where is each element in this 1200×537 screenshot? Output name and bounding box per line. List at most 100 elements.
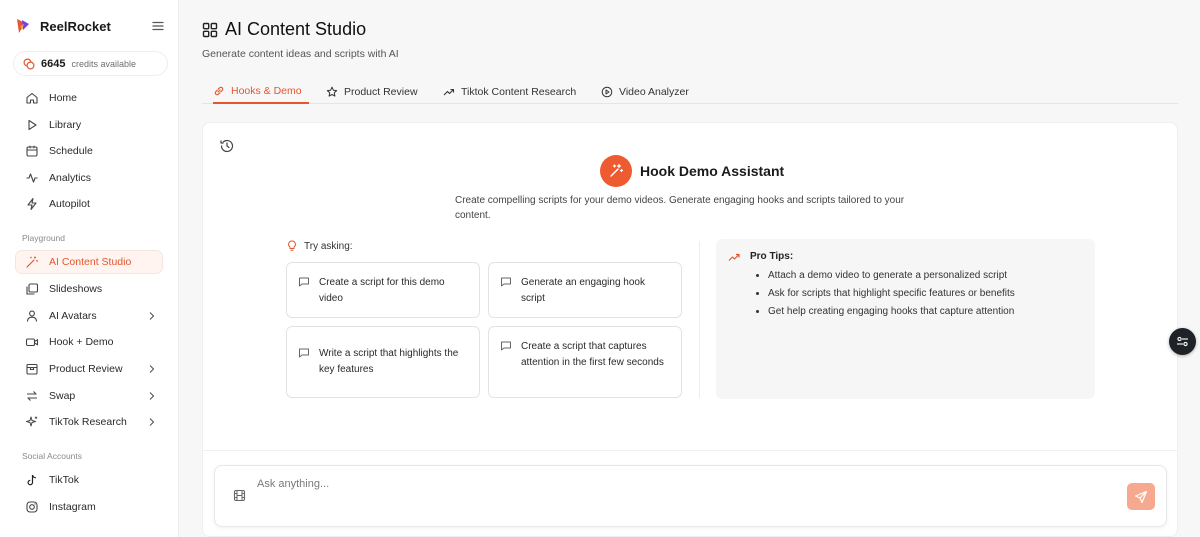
message-icon bbox=[501, 341, 511, 351]
video-icon bbox=[25, 338, 39, 347]
home-icon bbox=[26, 92, 38, 104]
history-icon[interactable] bbox=[219, 138, 235, 154]
sidebar-item-label: TikTok bbox=[49, 474, 79, 486]
trending-up-icon bbox=[728, 253, 740, 261]
sidebar-item-label: AI Avatars bbox=[49, 310, 97, 322]
lightbulb-icon bbox=[288, 240, 296, 251]
sidebar-item-label: Hook + Demo bbox=[49, 336, 114, 348]
sidebar-item-label: Schedule bbox=[49, 145, 93, 157]
suggested-prompt[interactable]: Generate an engaging hook script bbox=[488, 262, 682, 318]
section-label-playground: Playground bbox=[22, 233, 66, 243]
assistant-title: Hook Demo Assistant bbox=[640, 163, 785, 179]
sidebar-item-slideshows[interactable]: Slideshows bbox=[16, 278, 162, 300]
swap-icon bbox=[27, 391, 37, 401]
sidebar-item-label: Slideshows bbox=[49, 283, 103, 295]
slides-icon bbox=[26, 283, 39, 295]
assistant-avatar bbox=[600, 155, 632, 187]
sidebar-item-product-review[interactable]: Product Review bbox=[16, 358, 162, 380]
tip-item: Ask for scripts that highlight specific … bbox=[768, 287, 1015, 305]
play-icon bbox=[28, 119, 37, 131]
page-subtitle: Generate content ideas and scripts with … bbox=[202, 48, 399, 60]
message-icon bbox=[299, 277, 309, 287]
try-asking-label: Try asking: bbox=[287, 240, 353, 252]
sparkle-icon bbox=[26, 416, 38, 427]
tab-label: Tiktok Content Research bbox=[461, 85, 577, 98]
sidebar-item-swap[interactable]: Swap bbox=[16, 385, 162, 407]
box-icon bbox=[26, 363, 38, 375]
sidebar-item-home[interactable]: Home bbox=[16, 87, 162, 109]
message-icon bbox=[299, 348, 309, 358]
prompt-text: Write a script that highlights the key f… bbox=[319, 348, 459, 375]
sidebar: ReelRocket 6645 credits available Home L… bbox=[0, 0, 179, 537]
chat-composer bbox=[214, 465, 1167, 527]
tab-video-analyzer[interactable]: Video Analyzer bbox=[601, 80, 689, 103]
calendar-icon bbox=[26, 145, 38, 157]
sidebar-item-library[interactable]: Library bbox=[16, 114, 162, 136]
sidebar-item-ai-content-studio[interactable]: AI Content Studio bbox=[16, 251, 162, 273]
message-icon bbox=[501, 277, 511, 287]
prompt-text: Generate an engaging hook script bbox=[521, 277, 645, 304]
chevron-right-icon[interactable] bbox=[147, 417, 156, 427]
sidebar-item-hook-demo[interactable]: Hook + Demo bbox=[16, 331, 162, 353]
sidebar-item-label: Product Review bbox=[49, 363, 123, 375]
pro-tips-title: Pro Tips: bbox=[750, 251, 794, 262]
coins-icon bbox=[23, 57, 35, 70]
tip-item: Get help creating engaging hooks that ca… bbox=[768, 305, 1015, 323]
chevron-right-icon[interactable] bbox=[147, 311, 156, 321]
tab-bar: Hooks & Demo Product Review Tiktok Conte… bbox=[202, 80, 1178, 104]
sidebar-item-tiktok-research[interactable]: TikTok Research bbox=[16, 411, 162, 433]
sidebar-item-label: TikTok Research bbox=[49, 416, 127, 428]
pro-tips-panel: Pro Tips: Attach a demo video to generat… bbox=[716, 239, 1095, 399]
sidebar-item-label: Autopilot bbox=[49, 198, 90, 210]
sidebar-item-autopilot[interactable]: Autopilot bbox=[16, 193, 162, 215]
brand-name: ReelRocket bbox=[40, 18, 111, 34]
sidebar-item-schedule[interactable]: Schedule bbox=[16, 140, 162, 162]
send-button[interactable] bbox=[1127, 483, 1155, 510]
sidebar-item-analytics[interactable]: Analytics bbox=[16, 167, 162, 189]
assistant-description: Create compelling scripts for your demo … bbox=[455, 195, 905, 221]
sidebar-item-label: Analytics bbox=[49, 172, 92, 184]
film-attach-icon[interactable] bbox=[233, 489, 246, 502]
sidebar-item-label: Swap bbox=[49, 390, 76, 402]
floating-settings-button[interactable] bbox=[1169, 328, 1196, 355]
credits-label: credits available bbox=[71, 58, 137, 69]
tab-product-review[interactable]: Product Review bbox=[326, 80, 418, 103]
credits-badge: 6645 credits available bbox=[13, 51, 168, 76]
section-label-social-accounts: Social Accounts bbox=[22, 451, 83, 461]
tab-label: Video Analyzer bbox=[619, 85, 689, 98]
sidebar-item-instagram[interactable]: Instagram bbox=[16, 496, 162, 518]
tab-tiktok-content-research[interactable]: Tiktok Content Research bbox=[443, 80, 576, 103]
chat-input[interactable] bbox=[257, 478, 1077, 490]
assistant-header: Hook Demo Assistant bbox=[600, 155, 784, 187]
divider bbox=[203, 450, 1177, 451]
tip-item: Attach a demo video to generate a person… bbox=[768, 269, 1015, 287]
chevron-right-icon[interactable] bbox=[147, 364, 156, 374]
prompt-text: Create a script that captures attention … bbox=[521, 341, 664, 368]
grid-icon bbox=[202, 22, 218, 37]
page-header: AI Content Studio bbox=[202, 19, 366, 40]
instagram-icon bbox=[26, 501, 38, 513]
trending-up-icon bbox=[443, 88, 455, 95]
pro-tips-header: Pro Tips: bbox=[728, 251, 793, 262]
chevron-right-icon[interactable] bbox=[147, 391, 156, 401]
lightning-icon bbox=[27, 197, 37, 211]
activity-icon bbox=[26, 173, 38, 183]
hamburger-menu-icon[interactable] bbox=[152, 20, 164, 32]
pro-tips-list: Attach a demo video to generate a person… bbox=[768, 269, 1015, 323]
suggested-prompt[interactable]: Write a script that highlights the key f… bbox=[286, 326, 480, 398]
rocket-logo-icon bbox=[17, 19, 29, 33]
sidebar-item-label: AI Content Studio bbox=[49, 256, 132, 268]
suggested-prompt[interactable]: Create a script that captures attention … bbox=[488, 326, 682, 398]
brand[interactable]: ReelRocket bbox=[16, 18, 111, 34]
credits-count: 6645 bbox=[41, 57, 66, 70]
suggested-prompt[interactable]: Create a script for this demo video bbox=[286, 262, 480, 318]
magic-wand-icon bbox=[610, 163, 624, 177]
sidebar-item-ai-avatars[interactable]: AI Avatars bbox=[16, 305, 162, 327]
prompt-text: Create a script for this demo video bbox=[319, 277, 445, 304]
send-icon bbox=[1134, 490, 1148, 503]
play-circle-icon bbox=[601, 86, 613, 97]
tab-hooks-demo[interactable]: Hooks & Demo bbox=[213, 80, 309, 104]
sidebar-item-tiktok[interactable]: TikTok bbox=[16, 469, 162, 491]
try-asking-text: Try asking: bbox=[304, 240, 353, 252]
sidebar-item-label: Instagram bbox=[49, 501, 96, 513]
